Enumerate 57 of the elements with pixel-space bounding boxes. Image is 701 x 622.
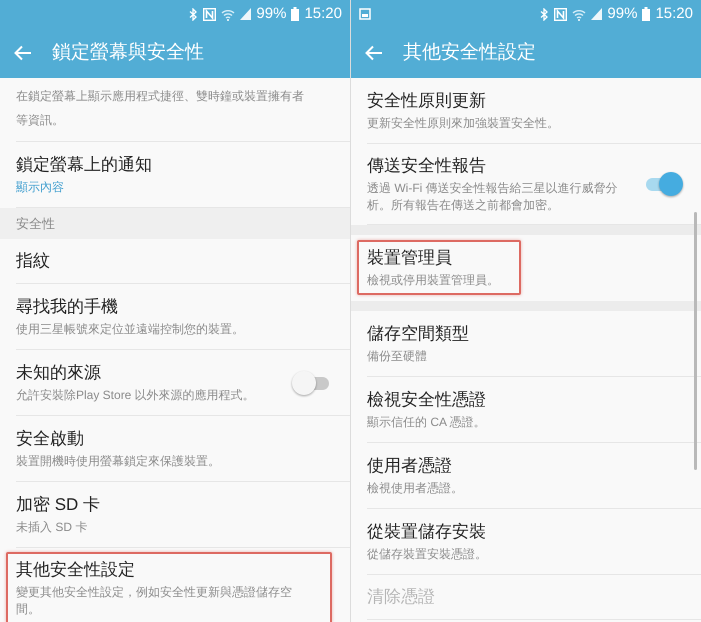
battery-icon (642, 7, 650, 21)
setting-summary: 更新安全性原則來加強裝置安全性。 (367, 115, 560, 132)
setting-title: 從裝置儲存安裝 (367, 521, 487, 543)
back-icon[interactable] (14, 45, 32, 61)
battery-icon (291, 7, 300, 21)
settings-row[interactable]: 指紋 (16, 239, 350, 284)
settings-row[interactable]: 安全啟動 裝置開機時使用螢幕鎖定來保護裝置。 (16, 416, 350, 482)
bluetooth-icon (189, 8, 198, 20)
settings-row[interactable]: 加密 SD 卡 未插入 SD 卡 (16, 482, 350, 548)
setting-summary: 顯示內容 (16, 179, 65, 196)
settings-row[interactable]: 裝置管理員 檢視或停用裝置管理員。 (357, 235, 701, 301)
clock: 15:20 (655, 4, 693, 24)
setting-summary: 檢視或停用裝置管理員。 (367, 272, 499, 289)
setting-summary: 裝置開機時使用螢幕鎖定來保護裝置。 (16, 453, 221, 470)
settings-row[interactable]: 從裝置儲存安裝 從儲存裝置安裝憑證。 (367, 509, 701, 575)
setting-title: 指紋 (16, 250, 51, 272)
setting-summary: 顯示信任的 CA 憑證。 (367, 414, 487, 431)
setting-title: 鎖定螢幕上的通知 (16, 154, 153, 176)
setting-title: 裝置管理員 (367, 247, 453, 269)
setting-summary: 檢視使用者憑證。 (367, 480, 464, 497)
screen-title: 其他安全性設定 (403, 40, 536, 65)
setting-title: 尋找我的手機 (16, 296, 119, 318)
setting-title: 未知的來源 (16, 362, 102, 384)
battery-percent: 99% (607, 4, 638, 24)
setting-title: 使用者憑證 (367, 455, 453, 477)
setting-summary: 從儲存裝置安裝憑證。 (367, 546, 488, 563)
setting-summary: 透過 Wi-Fi 傳送安全性報告給三星以進行威脅分析。所有報告在傳送之前都會加密。 (367, 180, 619, 214)
setting-summary: 未插入 SD 卡 (16, 519, 88, 536)
settings-row[interactable]: 其他安全性設定 變更其他安全性設定，例如安全性更新與憑證儲存空間。 (6, 548, 350, 622)
setting-title: 安全啟動 (16, 428, 85, 450)
setting-summary: 變更其他安全性設定，例如安全性更新與憑證儲存空間。 (16, 584, 293, 618)
setting-title: 其他安全性設定 (16, 559, 136, 581)
setting-summary: 備份至硬體 (367, 348, 428, 365)
section-header: 安全性 (0, 208, 350, 239)
battery-percent: 99% (256, 4, 286, 24)
wifi-icon (572, 8, 586, 20)
setting-title: 安全性原則更新 (367, 90, 487, 112)
setting-summary: 在鎖定螢幕上顯示應用程式捷徑、雙時鐘或裝置擁有者等資訊。 (16, 89, 304, 127)
back-icon[interactable] (365, 45, 383, 61)
settings-row[interactable]: 尋找我的手機 使用三星帳號來定位並遠端控制您的裝置。 (16, 284, 350, 350)
setting-title: 檢視安全性憑證 (367, 389, 487, 411)
nfc-icon (554, 8, 568, 20)
setting-title: 加密 SD 卡 (16, 494, 102, 516)
setting-title: 儲存空間類型 (367, 323, 470, 345)
bluetooth-icon (540, 8, 550, 20)
signal-icon (240, 8, 252, 20)
settings-row[interactable]: 未知的來源 允許安裝除Play Store 以外來源的應用程式。 (16, 350, 350, 416)
clock: 15:20 (304, 4, 342, 24)
setting-summary: 使用三星帳號來定位並遠端控制您的裝置。 (16, 321, 245, 338)
wifi-icon (221, 8, 236, 20)
screen-title: 鎖定螢幕與安全性 (52, 40, 204, 65)
setting-title: 清除憑證 (367, 586, 436, 608)
setting-title: 傳送安全性報告 (367, 155, 487, 177)
signal-icon (591, 8, 602, 20)
settings-row[interactable]: 安全性原則更新 更新安全性原則來加強裝置安全性。 (367, 78, 701, 144)
setting-summary: 允許安裝除Play Store 以外來源的應用程式。 (16, 387, 256, 404)
nfc-icon (203, 8, 216, 20)
